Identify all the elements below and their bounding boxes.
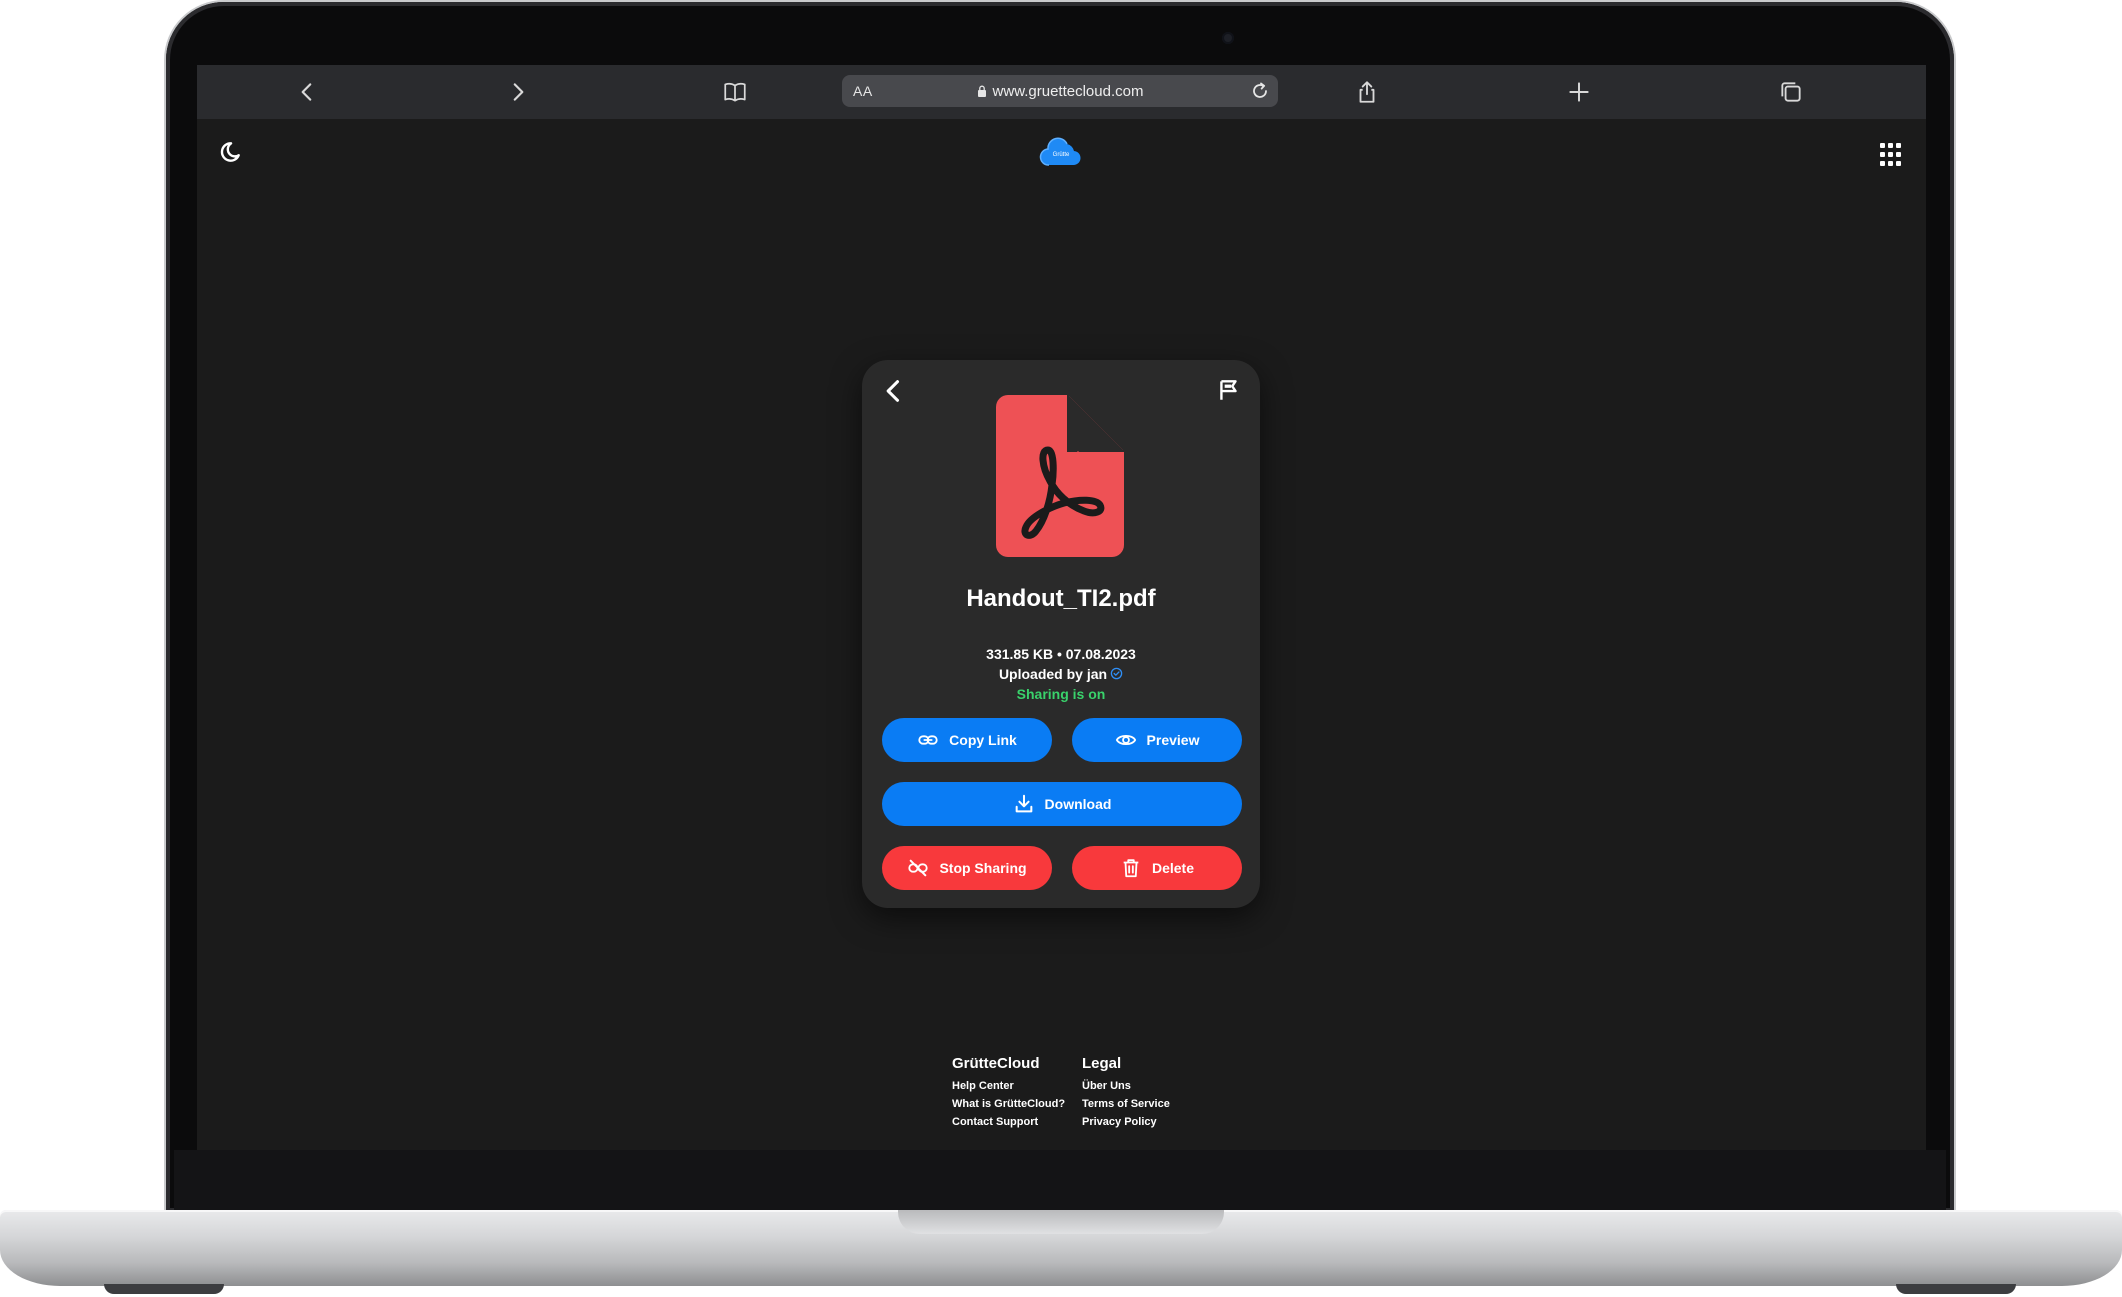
stop-sharing-button[interactable]: Stop Sharing: [882, 846, 1052, 890]
laptop-foot: [104, 1284, 224, 1294]
unlink-icon: [908, 859, 929, 877]
gruettecloud-logo[interactable]: Grütte: [1039, 135, 1083, 169]
back-arrow-icon[interactable]: [880, 377, 908, 405]
reload-icon[interactable]: [1248, 79, 1272, 103]
footer-link-contact-support[interactable]: Contact Support: [952, 1113, 1065, 1131]
delete-label: Delete: [1151, 860, 1195, 876]
book-icon: [724, 82, 746, 102]
new-tab-button[interactable]: [1560, 73, 1598, 111]
footer-link-what-is[interactable]: What is GrütteCloud?: [952, 1095, 1065, 1113]
footer-link-help-center[interactable]: Help Center: [952, 1077, 1065, 1095]
screen: AA www.gruettecloud.com Grütte Handout_T…: [197, 65, 1926, 1150]
download-label: Download: [1044, 796, 1112, 812]
trash-icon: [1123, 859, 1139, 878]
share-icon: [1359, 81, 1375, 103]
laptop-bezel: [174, 1150, 1946, 1212]
tabs-overview-button[interactable]: [1772, 73, 1810, 111]
footer-title: Legal: [1082, 1055, 1122, 1072]
preview-label: Preview: [1146, 732, 1200, 748]
lock-icon: [977, 85, 986, 97]
file-name: Handout_TI2.pdf: [966, 585, 1156, 612]
sharing-status: Sharing is on: [1016, 686, 1106, 702]
address-bar[interactable]: AA www.gruettecloud.com: [842, 75, 1278, 107]
verified-badge-icon: [1110, 667, 1123, 680]
logo-text: Grütte: [1053, 152, 1070, 158]
eye-icon: [1115, 734, 1136, 746]
pdf-document-icon: [996, 395, 1124, 557]
browser-toolbar: AA www.gruettecloud.com: [197, 65, 1926, 119]
chevron-left-icon: [301, 83, 312, 101]
dark-mode-toggle-icon[interactable]: [217, 139, 243, 165]
camera: [1222, 32, 1234, 44]
download-icon: [1015, 794, 1032, 813]
plus-icon: [1569, 82, 1589, 102]
tabs-icon: [1781, 82, 1801, 102]
link-icon: [918, 735, 938, 745]
footer-column-gruettecloud: GrütteCloud Help Center What is GrütteCl…: [952, 1055, 1065, 1131]
footer-link-about-us[interactable]: Über Uns: [1082, 1077, 1170, 1095]
footer-title: GrütteCloud: [952, 1055, 1040, 1072]
footer-link-terms[interactable]: Terms of Service: [1082, 1095, 1170, 1113]
bookmarks-button[interactable]: [716, 73, 754, 111]
url-text: www.gruettecloud.com: [992, 83, 1144, 100]
download-button[interactable]: Download: [882, 782, 1242, 826]
report-flag-icon[interactable]: [1216, 377, 1242, 403]
stop-sharing-label: Stop Sharing: [939, 860, 1027, 876]
delete-button[interactable]: Delete: [1072, 846, 1242, 890]
forward-button[interactable]: [499, 73, 537, 111]
preview-button[interactable]: Preview: [1072, 718, 1242, 762]
copy-link-label: Copy Link: [949, 732, 1017, 748]
share-button[interactable]: [1348, 73, 1386, 111]
laptop-foot: [1896, 1284, 2016, 1294]
footer-column-legal: Legal Über Uns Terms of Service Privacy …: [1082, 1055, 1170, 1131]
footer-link-privacy[interactable]: Privacy Policy: [1082, 1113, 1170, 1131]
file-size-date: 331.85 KB • 07.08.2023: [986, 646, 1136, 662]
chevron-right-icon: [513, 83, 524, 101]
back-button[interactable]: [288, 73, 326, 111]
uploader-info: Uploaded by jan: [862, 666, 1260, 682]
laptop-notch: [898, 1210, 1224, 1234]
copy-link-button[interactable]: Copy Link: [882, 718, 1052, 762]
url-display[interactable]: www.gruettecloud.com: [842, 83, 1278, 100]
file-card: Handout_TI2.pdf 331.85 KB • 07.08.2023 U…: [862, 360, 1260, 908]
uploader-label: Uploaded by jan: [998, 666, 1108, 682]
apps-grid-icon[interactable]: [1878, 141, 1906, 169]
